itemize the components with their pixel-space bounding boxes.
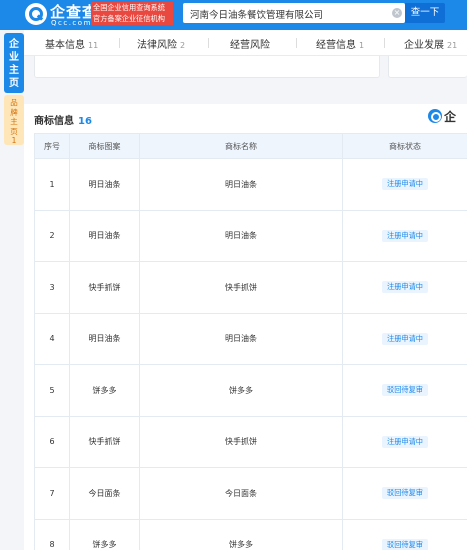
nav-item-business-info[interactable]: 经营信息 1: [316, 36, 364, 51]
table-row[interactable]: 3 快手抓饼 快手抓饼 注册申请中: [34, 261, 467, 314]
tab-company-home-label: 企业主页: [9, 39, 19, 89]
nav-label: 法律风险: [137, 40, 177, 51]
table-row[interactable]: 5 饼多多 饼多多 驳回待复审: [34, 364, 467, 417]
col-header-name: 商标名称: [139, 133, 343, 159]
search-input[interactable]: 河南今日油条餐饮管理有限公司 ×: [183, 3, 405, 23]
trademark-image[interactable]: 饼多多: [69, 364, 140, 417]
nav-divider: [208, 38, 209, 48]
trademark-name[interactable]: 今日面条: [139, 467, 343, 520]
status-badge: 注册申请中: [382, 435, 428, 448]
nav-divider: [119, 38, 120, 48]
status-cell: 驳回待复审: [342, 518, 467, 550]
trademark-table: 序号 商标图案 商标名称 商标状态 1 明日油条 明日油条 注册申请中 2 明日…: [34, 133, 467, 550]
row-no: 6: [34, 415, 70, 468]
search-value: 河南今日油条餐饮管理有限公司: [190, 10, 324, 21]
status-cell: 注册申请中: [342, 415, 467, 468]
trademark-image[interactable]: 饼多多: [69, 518, 140, 550]
status-badge: 注册申请中: [382, 229, 428, 242]
trademark-name[interactable]: 快手抓饼: [139, 261, 343, 314]
row-no: 5: [34, 364, 70, 417]
trademark-name[interactable]: 明日油条: [139, 209, 343, 262]
table-row[interactable]: 6 快手抓饼 快手抓饼 注册申请中: [34, 415, 467, 468]
row-no: 1: [34, 158, 70, 211]
nav-label: 基本信息: [45, 40, 85, 51]
row-no: 7: [34, 467, 70, 520]
trademark-image[interactable]: 明日油条: [69, 209, 140, 262]
trademark-name[interactable]: 明日油条: [139, 312, 343, 365]
nav-divider: [296, 38, 297, 48]
section-title-text: 商标信息: [34, 116, 74, 127]
tab-brand-home-label: 品牌主页: [10, 98, 18, 136]
row-no: 8: [34, 518, 70, 550]
nav-divider: [384, 38, 385, 48]
nav-count: 2: [180, 41, 186, 50]
logo-domain: Qcc.com: [51, 19, 92, 27]
status-cell: 驳回待复审: [342, 364, 467, 417]
status-badge: 注册申请中: [382, 178, 428, 191]
nav-count: 1: [359, 41, 365, 50]
col-header-image: 商标图案: [69, 133, 140, 159]
nav-item-basic-info[interactable]: 基本信息 11: [45, 36, 98, 51]
clear-icon[interactable]: ×: [392, 8, 402, 18]
table-row[interactable]: 7 今日面条 今日面条 驳回待复审: [34, 467, 467, 520]
section-title: 商标信息 16: [34, 112, 92, 127]
trademark-image[interactable]: 明日油条: [69, 158, 140, 211]
collapsed-card-left: [34, 56, 380, 78]
trademark-name[interactable]: 饼多多: [139, 364, 343, 417]
table-row[interactable]: 2 明日油条 明日油条 注册申请中: [34, 209, 467, 262]
qcc-logo-icon[interactable]: [25, 3, 47, 25]
watermark-text: 企: [444, 110, 457, 124]
trademark-image[interactable]: 明日油条: [69, 312, 140, 365]
nav-item-development[interactable]: 企业发展 21: [404, 36, 457, 51]
nav-label: 经营风险: [230, 40, 270, 51]
search-button[interactable]: 查一下: [405, 3, 445, 23]
trademark-name[interactable]: 明日油条: [139, 158, 343, 211]
nav-count: 21: [447, 41, 458, 50]
row-no: 3: [34, 261, 70, 314]
trademark-image[interactable]: 快手抓饼: [69, 261, 140, 314]
tab-brand-count: 1: [11, 136, 17, 145]
row-no: 4: [34, 312, 70, 365]
table-row[interactable]: 4 明日油条 明日油条 注册申请中: [34, 312, 467, 365]
table-row[interactable]: 8 饼多多 饼多多 驳回待复审: [34, 518, 467, 550]
collapsed-card-right: [388, 56, 467, 78]
badge-line-2: 官方备案企业征信机构: [93, 14, 165, 23]
nav-label: 经营信息: [316, 40, 356, 51]
status-cell: 注册申请中: [342, 312, 467, 365]
status-badge: 注册申请中: [382, 281, 428, 294]
nav-count: 11: [88, 41, 99, 50]
nav-label: 企业发展: [404, 40, 444, 51]
status-badge: 注册申请中: [382, 332, 428, 345]
tab-company-home[interactable]: 企业主页: [4, 33, 24, 93]
table-header-row: 序号 商标图案 商标名称 商标状态: [34, 133, 467, 159]
status-cell: 注册申请中: [342, 209, 467, 262]
col-header-status: 商标状态: [342, 133, 467, 159]
status-cell: 注册申请中: [342, 261, 467, 314]
tab-brand-home[interactable]: 品牌主页 1: [4, 95, 24, 145]
status-badge: 驳回待复审: [382, 487, 428, 500]
trademark-name[interactable]: 快手抓饼: [139, 415, 343, 468]
trademark-image[interactable]: 快手抓饼: [69, 415, 140, 468]
status-cell: 驳回待复审: [342, 467, 467, 520]
status-badge: 驳回待复审: [382, 384, 428, 397]
section-count: 16: [78, 116, 92, 127]
trademark-image[interactable]: 今日面条: [69, 467, 140, 520]
trademark-name[interactable]: 饼多多: [139, 518, 343, 550]
status-badge: 驳回待复审: [382, 538, 428, 550]
badge-line-1: 全国企业信用查询系统: [93, 3, 165, 12]
nav-item-legal-risk[interactable]: 法律风险 2: [137, 36, 185, 51]
top-header: 企查查 Qcc.com 全国企业信用查询系统 官方备案企业征信机构 河南今日油条…: [0, 0, 467, 30]
table-row[interactable]: 1 明日油条 明日油条 注册申请中: [34, 158, 467, 211]
qcc-watermark-icon: [428, 109, 442, 123]
trademark-section: 商标信息 16 企 序号 商标图案 商标名称 商标状态 1 明日油条 明日油条 注…: [24, 104, 467, 550]
row-no: 2: [34, 209, 70, 262]
official-badge: 全国企业信用查询系统 官方备案企业征信机构: [91, 2, 173, 25]
section-nav: 基本信息 11 法律风险 2 经营风险 经营信息 1 企业发展 21: [24, 30, 467, 56]
col-header-no: 序号: [34, 133, 70, 159]
nav-item-business-risk[interactable]: 经营风险: [230, 36, 273, 51]
status-cell: 注册申请中: [342, 158, 467, 211]
